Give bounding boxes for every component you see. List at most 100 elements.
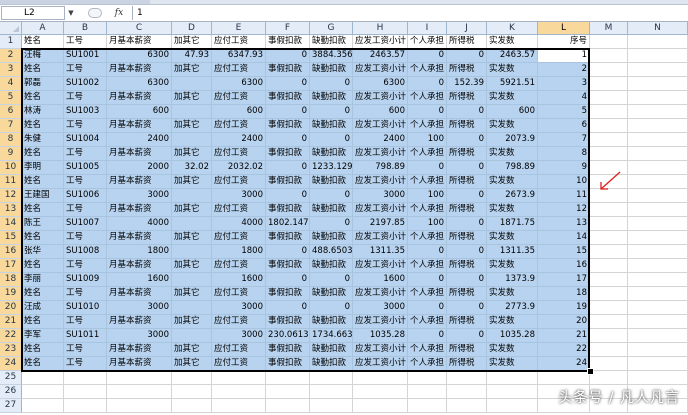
row-header[interactable]: 19: [0, 287, 22, 301]
row-header[interactable]: 6: [0, 105, 22, 119]
table-cell[interactable]: [447, 371, 487, 385]
table-cell[interactable]: 实发数: [487, 343, 538, 357]
table-cell[interactable]: [107, 399, 172, 413]
table-cell[interactable]: 0: [266, 133, 310, 147]
table-cell[interactable]: 所得税: [447, 175, 487, 189]
table-cell[interactable]: 6347.93: [212, 49, 266, 63]
table-cell[interactable]: 所得税: [447, 287, 487, 301]
table-cell[interactable]: 0: [266, 105, 310, 119]
table-cell[interactable]: 应付工资: [212, 203, 266, 217]
table-cell[interactable]: 月基本薪资: [107, 119, 172, 133]
row-header[interactable]: 4: [0, 77, 22, 91]
table-cell[interactable]: 事假扣款: [266, 287, 310, 301]
table-cell[interactable]: [590, 287, 628, 301]
table-cell[interactable]: 李明: [22, 161, 64, 175]
table-cell[interactable]: 1600: [107, 273, 172, 287]
table-cell[interactable]: 4000: [212, 217, 266, 231]
table-cell[interactable]: 600: [353, 105, 408, 119]
table-cell[interactable]: 应付工资: [212, 343, 266, 357]
table-cell[interactable]: 1373.9: [487, 273, 538, 287]
table-cell[interactable]: [628, 203, 688, 217]
table-cell[interactable]: [353, 385, 408, 399]
table-cell[interactable]: SU1011: [64, 329, 107, 343]
row-header[interactable]: 14: [0, 217, 22, 231]
table-cell[interactable]: 所得税: [447, 315, 487, 329]
table-cell[interactable]: SU1004: [64, 133, 107, 147]
table-cell[interactable]: [64, 371, 107, 385]
table-cell[interactable]: 个人承担: [408, 119, 447, 133]
row-header[interactable]: 20: [0, 301, 22, 315]
table-cell[interactable]: [590, 259, 628, 273]
table-cell[interactable]: [628, 357, 688, 371]
table-cell[interactable]: 个人承担: [408, 63, 447, 77]
table-cell[interactable]: [487, 399, 538, 413]
table-cell[interactable]: SU1010: [64, 301, 107, 315]
table-cell[interactable]: 事假扣款: [266, 343, 310, 357]
table-cell[interactable]: 所得税: [447, 357, 487, 371]
table-cell[interactable]: 1802.147: [266, 217, 310, 231]
table-cell[interactable]: 2400: [353, 133, 408, 147]
table-cell[interactable]: 应付工资: [212, 119, 266, 133]
table-cell[interactable]: 月基本薪资: [107, 287, 172, 301]
table-cell[interactable]: 1600: [353, 273, 408, 287]
table-cell[interactable]: 2197.85: [353, 217, 408, 231]
table-cell[interactable]: [22, 399, 64, 413]
table-cell[interactable]: 11: [538, 189, 590, 203]
column-header-g[interactable]: G: [310, 22, 353, 35]
table-cell[interactable]: 加其它: [172, 287, 212, 301]
table-cell[interactable]: 缺勤扣款: [310, 259, 353, 273]
table-cell[interactable]: [628, 119, 688, 133]
table-cell[interactable]: 20: [538, 315, 590, 329]
row-header[interactable]: 23: [0, 343, 22, 357]
table-cell[interactable]: 郭磊: [22, 77, 64, 91]
table-cell[interactable]: [628, 189, 688, 203]
row-header[interactable]: 3: [0, 63, 22, 77]
table-cell[interactable]: 姓名: [22, 287, 64, 301]
column-header-k[interactable]: K: [487, 22, 538, 35]
table-cell[interactable]: [590, 217, 628, 231]
table-cell[interactable]: 22: [538, 343, 590, 357]
table-cell[interactable]: 600: [487, 105, 538, 119]
table-cell[interactable]: 600: [212, 105, 266, 119]
table-cell[interactable]: 加其它: [172, 259, 212, 273]
table-cell[interactable]: 事假扣款: [266, 119, 310, 133]
table-cell[interactable]: 工号: [64, 119, 107, 133]
table-cell[interactable]: 工号: [64, 91, 107, 105]
table-cell[interactable]: 0: [408, 105, 447, 119]
table-cell[interactable]: 缺勤扣款: [310, 63, 353, 77]
table-cell[interactable]: 0: [447, 161, 487, 175]
table-cell[interactable]: 姓名: [22, 259, 64, 273]
table-cell[interactable]: [538, 371, 590, 385]
table-cell[interactable]: 姓名: [22, 119, 64, 133]
table-cell[interactable]: 所得税: [447, 203, 487, 217]
table-cell[interactable]: 24: [538, 357, 590, 371]
table-cell[interactable]: [628, 63, 688, 77]
table-cell[interactable]: 应发工资小计: [353, 287, 408, 301]
table-cell[interactable]: [107, 385, 172, 399]
table-cell[interactable]: [628, 371, 688, 385]
table-cell[interactable]: 所得税: [447, 343, 487, 357]
table-cell[interactable]: 0: [408, 245, 447, 259]
table-cell[interactable]: [212, 385, 266, 399]
chevron-down-icon[interactable]: ▼: [66, 6, 76, 20]
table-cell[interactable]: 个人承担: [408, 259, 447, 273]
row-header[interactable]: 17: [0, 259, 22, 273]
table-cell[interactable]: [628, 343, 688, 357]
table-cell[interactable]: 3: [538, 77, 590, 91]
table-cell[interactable]: 朱健: [22, 133, 64, 147]
table-cell[interactable]: 2400: [212, 133, 266, 147]
table-cell[interactable]: [590, 49, 628, 63]
table-cell[interactable]: 所得税: [447, 35, 487, 49]
table-cell[interactable]: [353, 371, 408, 385]
table-cell[interactable]: 事假扣款: [266, 315, 310, 329]
table-cell[interactable]: 事假扣款: [266, 357, 310, 371]
table-cell[interactable]: 所得税: [447, 259, 487, 273]
table-cell[interactable]: 应付工资: [212, 175, 266, 189]
table-cell[interactable]: 应发工资小计: [353, 119, 408, 133]
row-header[interactable]: 5: [0, 91, 22, 105]
table-cell[interactable]: 应付工资: [212, 35, 266, 49]
table-cell[interactable]: 0: [408, 161, 447, 175]
table-cell[interactable]: [628, 161, 688, 175]
table-cell[interactable]: 事假扣款: [266, 147, 310, 161]
row-header[interactable]: 13: [0, 203, 22, 217]
